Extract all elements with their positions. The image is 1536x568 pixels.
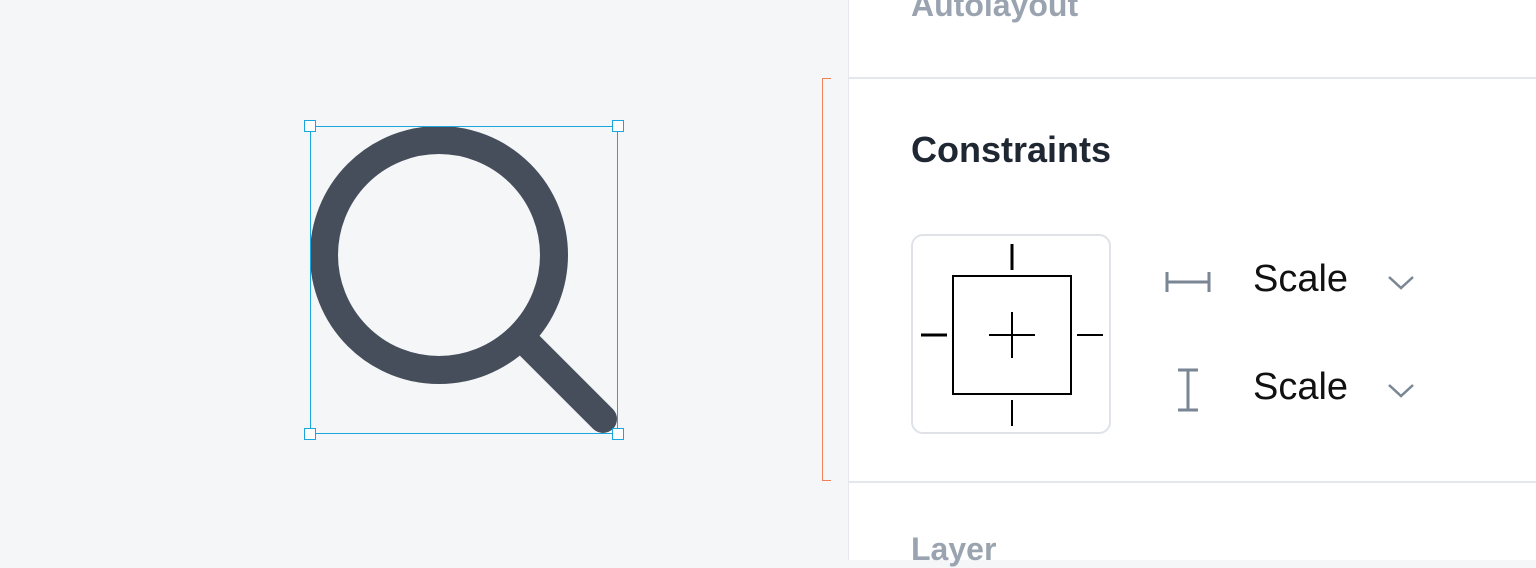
- vertical-constraint-value: Scale: [1253, 366, 1349, 408]
- section-highlight-bracket: [822, 78, 831, 481]
- horizontal-constraint-value: Scale: [1253, 258, 1349, 300]
- autolayout-title[interactable]: Autolayout: [911, 0, 1078, 24]
- selection-box[interactable]: [304, 120, 624, 440]
- design-canvas[interactable]: [0, 0, 848, 560]
- vertical-constraint-icon: [1178, 368, 1198, 412]
- resize-handle-top-left[interactable]: [304, 120, 316, 132]
- constraint-widget[interactable]: [911, 234, 1111, 434]
- resize-handle-top-right[interactable]: [612, 120, 624, 132]
- constraints-section: Constraints Scale Scale: [849, 79, 1536, 483]
- horizontal-constraint-select[interactable]: Scale: [1161, 252, 1421, 312]
- constraints-title: Constraints: [911, 129, 1112, 170]
- autolayout-section: Autolayout: [849, 0, 1536, 79]
- horizontal-constraint-icon: [1165, 272, 1211, 292]
- layer-title[interactable]: Layer: [911, 531, 996, 568]
- properties-panel: Autolayout Constraints Scale Scale Layer: [848, 0, 1536, 567]
- vertical-constraint-select[interactable]: Scale: [1161, 360, 1421, 420]
- resize-handle-bottom-left[interactable]: [304, 428, 316, 440]
- layer-section: Layer: [849, 483, 1536, 567]
- resize-handle-bottom-right[interactable]: [612, 428, 624, 440]
- chevron-down-icon[interactable]: [1385, 266, 1417, 298]
- constraint-diagram: [921, 244, 1103, 426]
- chevron-down-icon[interactable]: [1385, 374, 1417, 406]
